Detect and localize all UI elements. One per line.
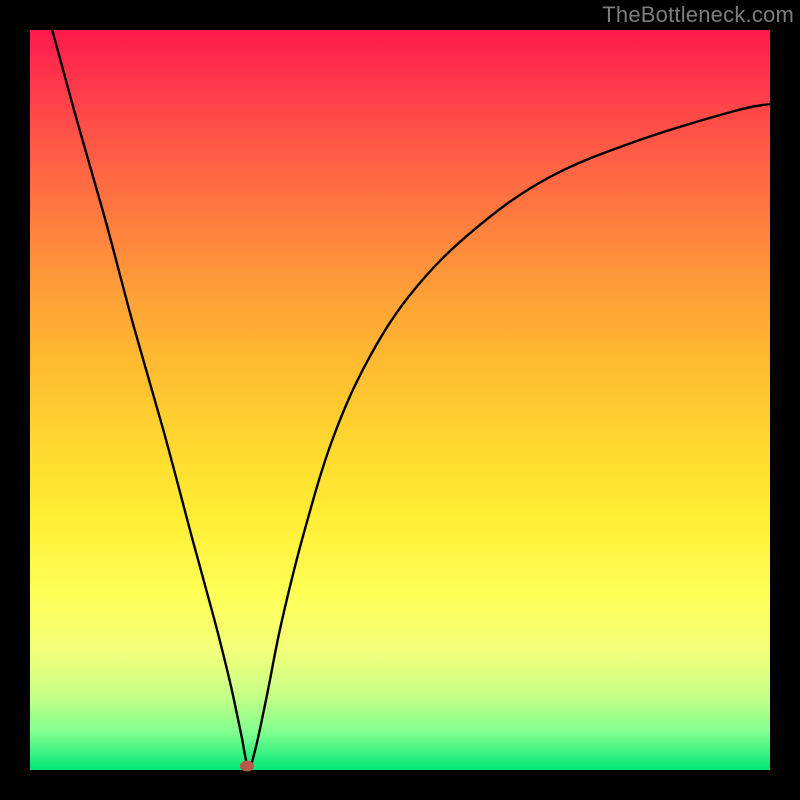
plot-area bbox=[30, 30, 770, 770]
bottleneck-curve-path bbox=[52, 30, 770, 767]
curve-svg bbox=[30, 30, 770, 770]
minimum-marker bbox=[240, 761, 254, 772]
watermark-label: TheBottleneck.com bbox=[602, 2, 794, 28]
chart-frame: TheBottleneck.com bbox=[0, 0, 800, 800]
